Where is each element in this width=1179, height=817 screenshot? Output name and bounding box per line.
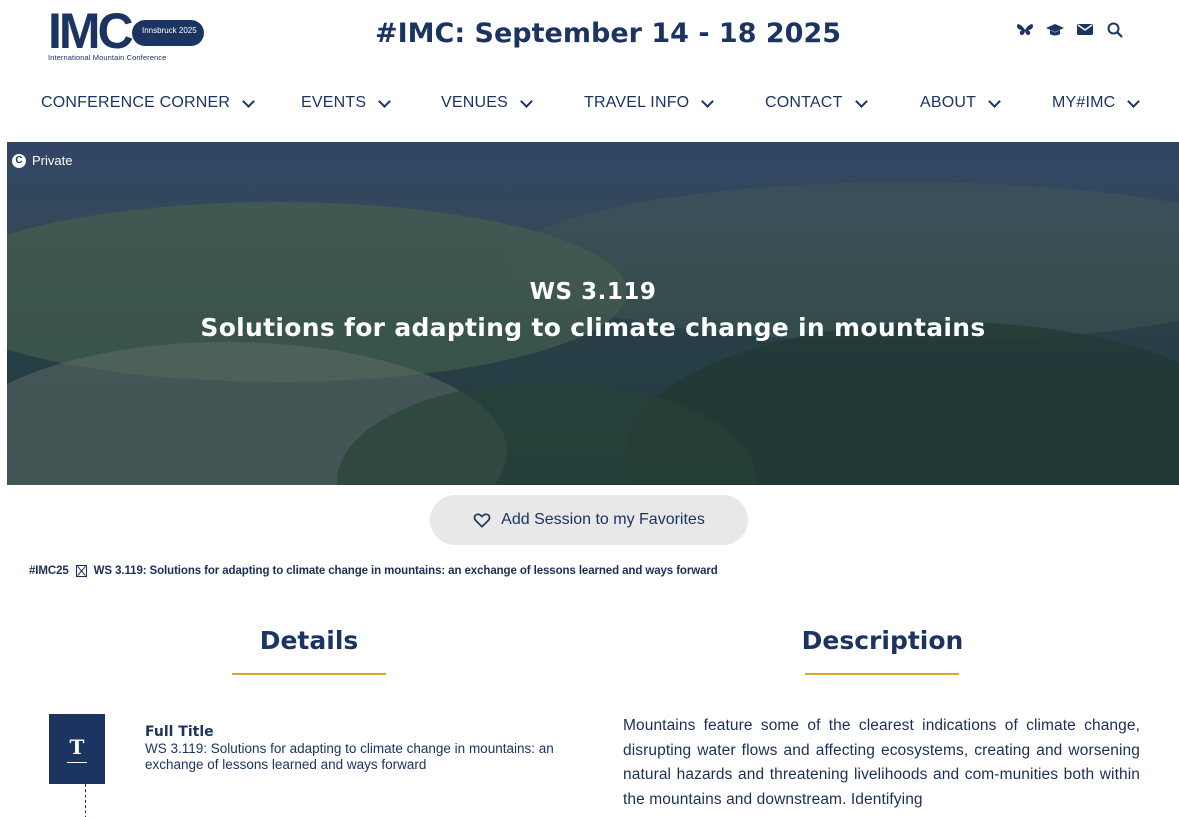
details-underline	[232, 673, 386, 675]
logo-pill-text: Innsbruck 2025	[142, 26, 197, 35]
chevron-down-icon	[701, 94, 715, 108]
nav-label: ABOUT	[920, 94, 977, 111]
private-label: Private	[32, 153, 73, 168]
chevron-down-icon	[378, 94, 392, 108]
nav-item-events[interactable]: EVENTS	[301, 94, 392, 112]
nav-label: EVENTS	[301, 94, 367, 111]
nav-label: VENUES	[441, 94, 508, 111]
search-icon[interactable]	[1106, 22, 1124, 40]
main-nav: CONFERENCE CORNER EVENTS VENUES TRAVEL I…	[0, 94, 1179, 124]
copyright-icon: C	[12, 153, 26, 168]
nav-label: CONFERENCE CORNER	[41, 94, 231, 111]
description-underline	[805, 673, 959, 675]
description-heading: Description	[801, 626, 964, 655]
imc-logo[interactable]: IMC Innsbruck 2025 International Mountai…	[44, 3, 204, 64]
timeline-connector	[85, 784, 86, 817]
nav-label: MY#IMC	[1052, 94, 1116, 111]
session-title: WS 3.119 Solutions for adapting to clima…	[7, 276, 1179, 348]
graduation-cap-icon[interactable]	[1046, 22, 1064, 40]
chevron-down-icon	[988, 94, 1001, 108]
private-badge: C Private	[12, 153, 72, 168]
page-headline: #IMC: September 14 - 18 2025	[375, 18, 842, 49]
nav-item-about[interactable]: ABOUT	[920, 94, 1001, 112]
add-favorite-label: Add Session to my Favorites	[501, 511, 705, 528]
mail-icon[interactable]	[1076, 22, 1094, 40]
full-title-value: WS 3.119: Solutions for adapting to clim…	[145, 741, 554, 772]
description-text: Mountains feature some of the clearest i…	[623, 717, 1140, 808]
heart-icon	[473, 513, 491, 528]
text-title-icon: T	[66, 735, 88, 763]
full-title-label: Full Title	[145, 724, 214, 740]
logo-pill: Innsbruck 2025	[132, 20, 204, 46]
nav-item-venues[interactable]: VENUES	[441, 94, 533, 112]
add-favorite-button[interactable]: Add Session to my Favorites	[430, 495, 748, 545]
session-code: WS 3.119	[529, 279, 657, 305]
nav-item-travel-info[interactable]: TRAVEL INFO	[584, 94, 715, 112]
chevron-down-icon	[1127, 94, 1141, 108]
chevron-down-icon	[854, 94, 868, 108]
nav-item-conference-corner[interactable]: CONFERENCE CORNER	[41, 94, 256, 112]
session-name: Solutions for adapting to climate change…	[200, 313, 986, 342]
breadcrumb-root[interactable]: #IMC25	[29, 565, 69, 577]
header-icons	[1016, 22, 1124, 40]
breadcrumb: #IMC25 WS 3.119: Solutions for adapting …	[29, 565, 718, 577]
chevron-down-icon	[520, 94, 533, 108]
details-heading: Details	[259, 626, 359, 655]
breadcrumb-current: WS 3.119: Solutions for adapting to clim…	[93, 565, 718, 577]
logo-main-text: IMC	[48, 3, 134, 59]
nav-item-contact[interactable]: CONTACT	[765, 94, 868, 112]
title-icon-tile: T	[49, 714, 105, 784]
top-bar: IMC Innsbruck 2025 International Mountai…	[0, 0, 1179, 78]
nav-item-my-imc[interactable]: MY#IMC	[1052, 94, 1141, 112]
breadcrumb-separator-icon	[75, 565, 87, 577]
hero-banner: C Private WS 3.119 Solutions for adaptin…	[7, 142, 1179, 485]
nav-label: CONTACT	[765, 94, 843, 111]
logo-subtitle: International Mountain Conference	[48, 53, 167, 62]
chevron-down-icon	[242, 94, 256, 108]
nav-label: TRAVEL INFO	[584, 94, 690, 111]
butterfly-icon[interactable]	[1016, 22, 1034, 40]
